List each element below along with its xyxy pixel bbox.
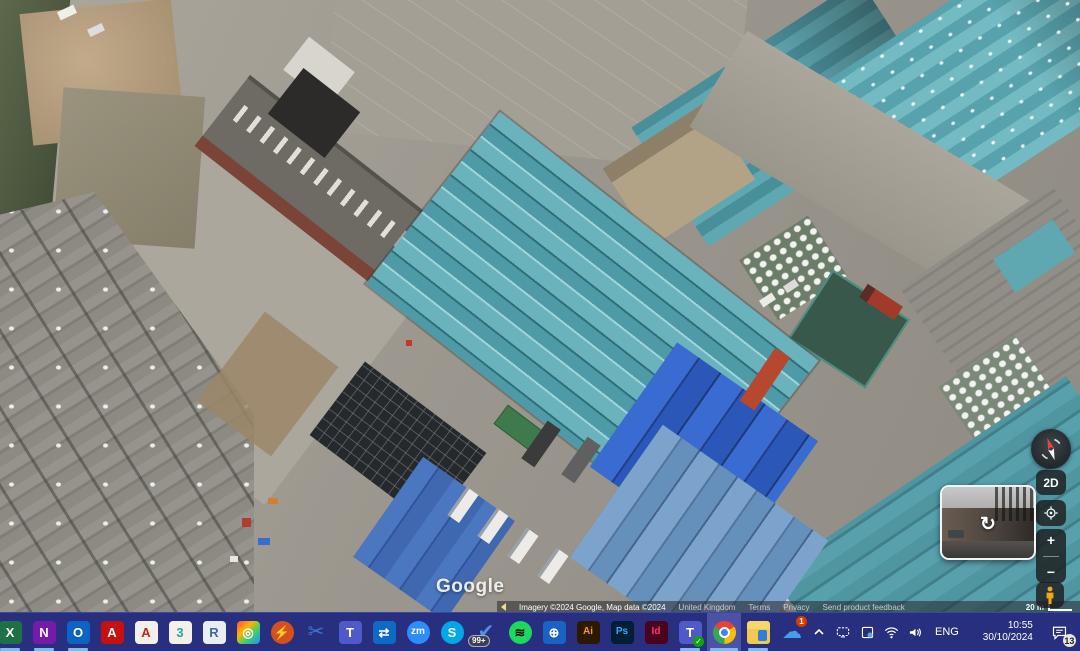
illustrator-icon: Ai	[576, 620, 600, 644]
taskbar-app-teamviewer[interactable]: ⇄	[367, 613, 401, 651]
pegman-icon	[1046, 586, 1054, 604]
taskbar-app-autocad[interactable]: A	[129, 613, 163, 651]
wifi-icon[interactable]	[881, 617, 901, 647]
system-tray: ENG 10:55 30/10/2024 13	[809, 613, 1080, 651]
taskbar-app-indesign[interactable]: Id	[639, 613, 673, 651]
taskbar-app-teams[interactable]: T	[333, 613, 367, 651]
taskbar-app-acrobat[interactable]: A	[95, 613, 129, 651]
location-target-icon	[1044, 506, 1058, 520]
acrobat-icon: A	[100, 620, 124, 644]
zoom-divider	[1043, 555, 1059, 557]
taskbar-app-photoshop[interactable]: Ps	[605, 613, 639, 651]
taskbar-app-snip-scissors[interactable]: ✂	[299, 613, 333, 651]
taskbar-app-skype[interactable]: S	[435, 613, 469, 651]
indesign-icon: Id	[644, 620, 668, 644]
taskbar-clock[interactable]: 10:55 30/10/2024	[969, 620, 1039, 645]
outlook-icon: O	[66, 620, 90, 644]
google-watermark: Google	[436, 576, 505, 597]
taskbar-app-outlook[interactable]: O	[61, 613, 95, 651]
taskbar-app-spotify[interactable]: ≋	[503, 613, 537, 651]
tray-chevron-up-icon[interactable]	[809, 617, 829, 647]
language-indicator[interactable]: ENG	[929, 626, 965, 638]
chrome-icon	[712, 620, 736, 644]
autocad-icon: A	[134, 620, 158, 644]
taskbar-app-illustrator[interactable]: Ai	[571, 613, 605, 651]
tray-app-square-icon[interactable]	[857, 617, 877, 647]
taskbar-app-revit[interactable]: R	[197, 613, 231, 651]
clock-time: 10:55	[1007, 619, 1033, 631]
excel-icon: X	[0, 620, 22, 644]
taskbar-app-onedrive[interactable]: ☁ 1	[775, 613, 809, 651]
onenote-icon: N	[32, 620, 56, 644]
taskbar-app-enscape[interactable]: ⚡	[265, 613, 299, 651]
zoom-control: + −	[1036, 529, 1066, 583]
todo-check-badge: 99+	[468, 635, 490, 647]
creative-rainbow-icon: ◎	[236, 620, 260, 644]
terrain-shape	[507, 528, 539, 564]
terrain-shape	[537, 548, 569, 584]
onedrive-badge: 1	[796, 616, 807, 627]
taskbar-app-teams-status[interactable]: T ✓	[673, 613, 707, 651]
windows-taskbar: X N O A A 3 R ◎ ⚡ ✂ T ⇄ zm S ✔ 99+ ≋ ⊕ Ai Ps Id T ✓ ☁ 1 ENG 10:5…	[0, 612, 1080, 651]
taskbar-app-zoom[interactable]: zm	[401, 613, 435, 651]
teams-icon: T	[338, 620, 362, 644]
imagery-credit: Imagery ©2024 Google, Map data ©2024	[519, 602, 666, 612]
attribution-region: United Kingdom	[678, 602, 736, 612]
3ds-max-icon: 3	[168, 620, 192, 644]
action-center-button[interactable]: 13	[1043, 615, 1077, 649]
terrain-shape	[258, 538, 270, 545]
zoom-in-button[interactable]: +	[1045, 531, 1057, 549]
globe-app-icon: ⊕	[542, 620, 566, 644]
compass-needle-icon	[1041, 437, 1061, 461]
revit-icon: R	[202, 620, 226, 644]
notification-count-badge: 13	[1062, 634, 1076, 647]
privacy-link[interactable]: Privacy	[783, 603, 809, 612]
taskbar-app-onenote[interactable]: N	[27, 613, 61, 651]
taskbar-app-globe-app[interactable]: ⊕	[537, 613, 571, 651]
taskbar-apps: X N O A A 3 R ◎ ⚡ ✂ T ⇄ zm S ✔ 99+ ≋ ⊕ Ai Ps Id T ✓ ☁ 1	[0, 613, 809, 651]
street-view-road	[942, 540, 1034, 558]
zoom-out-button[interactable]: −	[1045, 563, 1057, 581]
map-viewport[interactable]: Google Imagery ©2024 Google, Map data ©2…	[0, 0, 1080, 613]
teams-status-badge: ✓	[693, 636, 704, 647]
zoom-icon: zm	[406, 620, 430, 644]
tray-display-icon[interactable]	[833, 617, 853, 647]
speaker-icon[interactable]	[905, 617, 925, 647]
google-earth-window: Google Imagery ©2024 Google, Map data ©2…	[0, 0, 1080, 651]
terrain-shape	[268, 498, 278, 504]
photoshop-icon: Ps	[610, 620, 634, 644]
taskbar-app-3ds-max[interactable]: 3	[163, 613, 197, 651]
pegman-button[interactable]	[1036, 582, 1064, 608]
feedback-link[interactable]: Send product feedback	[822, 603, 904, 612]
taskbar-app-creative-rainbow[interactable]: ◎	[231, 613, 265, 651]
taskbar-app-file-explorer[interactable]	[741, 613, 775, 651]
taskbar-app-excel[interactable]: X	[0, 613, 27, 651]
file-explorer-icon	[746, 620, 770, 644]
terms-link[interactable]: Terms	[748, 603, 770, 612]
street-view-preview[interactable]: ↻	[940, 485, 1036, 560]
clock-date: 30/10/2024	[982, 632, 1033, 643]
terrain-shape	[230, 556, 238, 562]
skype-icon: S	[440, 620, 464, 644]
teamviewer-icon: ⇄	[372, 620, 396, 644]
compass-control[interactable]	[1031, 429, 1071, 469]
snip-scissors-icon: ✂	[307, 621, 325, 643]
enscape-icon: ⚡	[270, 620, 294, 644]
attribution-collapse-icon[interactable]	[501, 603, 506, 611]
my-location-button[interactable]	[1036, 500, 1066, 526]
2d-mode-button[interactable]: 2D	[1036, 470, 1066, 495]
terrain-shape	[242, 518, 251, 527]
spotify-icon: ≋	[508, 620, 532, 644]
terrain-shape	[406, 340, 412, 346]
taskbar-app-todo-check[interactable]: ✔ 99+	[468, 613, 503, 651]
rotate-view-icon: ↻	[980, 514, 996, 535]
taskbar-app-chrome[interactable]	[707, 613, 741, 651]
